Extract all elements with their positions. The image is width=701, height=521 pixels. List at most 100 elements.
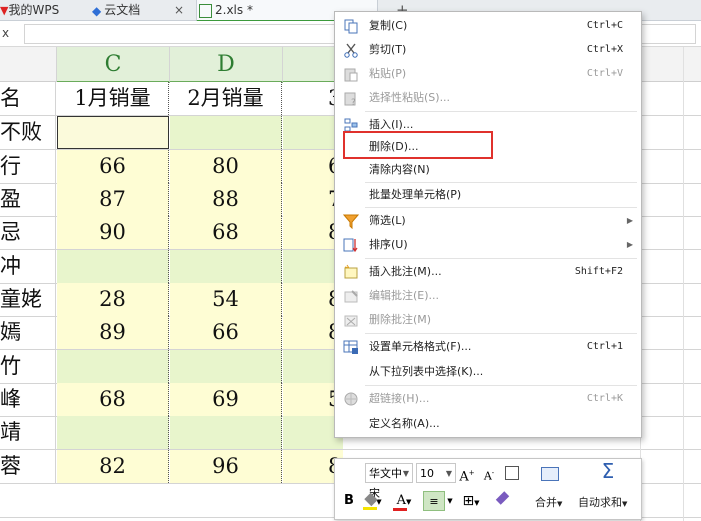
- font-size-select[interactable]: 10 ▼: [416, 463, 456, 483]
- menu-item-sort[interactable]: 排序(U) ▶: [335, 233, 641, 257]
- chevron-down-icon: ▼: [445, 469, 452, 478]
- cell[interactable]: 54: [170, 283, 282, 316]
- menu-separator: [365, 258, 637, 259]
- menu-item-format-cells[interactable]: 设置单元格格式(F)... Ctrl+1: [335, 335, 641, 359]
- borders-button[interactable]: ⊞▼: [457, 491, 485, 511]
- font-color-swatch: [393, 508, 407, 511]
- fill-color-swatch: [363, 507, 377, 510]
- cell[interactable]: 蓉: [0, 450, 56, 483]
- column-header-c[interactable]: C: [57, 47, 170, 83]
- highlight-box: [343, 131, 493, 159]
- cell[interactable]: 2月销量: [170, 82, 282, 115]
- cell[interactable]: 冲: [0, 250, 56, 283]
- context-menu: 复制(C) Ctrl+C 剪切(T) Ctrl+X 粘贴(P) Ctrl+V ?…: [334, 11, 642, 438]
- menu-item-paste[interactable]: 粘贴(P) Ctrl+V: [335, 62, 641, 86]
- cell[interactable]: [57, 350, 169, 383]
- cell[interactable]: 80: [170, 150, 282, 183]
- cell[interactable]: 嫣: [0, 316, 56, 349]
- menu-item-edit-comment[interactable]: 编辑批注(E)...: [335, 284, 641, 308]
- menu-item-define-name[interactable]: 定义名称(A)...: [335, 412, 641, 436]
- cell[interactable]: 行: [0, 150, 56, 183]
- gridline: [683, 47, 684, 521]
- cell[interactable]: 68: [170, 216, 282, 249]
- cell[interactable]: [170, 116, 282, 149]
- tab-cloud-docs[interactable]: ◆ 云文档 ×: [92, 0, 184, 20]
- cell[interactable]: 89: [57, 316, 169, 349]
- align-center-icon: ≡: [429, 495, 439, 508]
- merge-button[interactable]: 合并▼: [535, 494, 562, 510]
- menu-item-insert-comment[interactable]: 插入批注(M)... Shift+F2: [335, 260, 641, 284]
- cell[interactable]: 靖: [0, 416, 56, 449]
- svg-text:?: ?: [351, 98, 356, 106]
- cell[interactable]: 69: [170, 383, 282, 416]
- format-cells-icon: [343, 340, 358, 354]
- cell[interactable]: 28: [57, 283, 169, 316]
- cell[interactable]: 峰: [0, 383, 56, 416]
- chevron-down-icon: ▼: [406, 498, 412, 506]
- cell[interactable]: [57, 250, 169, 283]
- submenu-arrow-icon: ▶: [626, 216, 633, 225]
- cloud-docs-icon: ◆: [92, 3, 102, 18]
- edit-comment-icon: [344, 290, 358, 303]
- fill-color-button[interactable]: ▼: [361, 491, 387, 511]
- insert-comment-icon: [344, 264, 358, 279]
- filter-icon: [343, 214, 359, 229]
- menu-item-batch-process[interactable]: 批量处理单元格(P): [335, 183, 641, 207]
- sort-icon: [343, 238, 358, 253]
- menu-item-filter[interactable]: 筛选(L) ▶: [335, 209, 641, 233]
- format-painter-button[interactable]: [493, 491, 511, 511]
- align-dropdown[interactable]: ▼: [445, 491, 455, 511]
- cell[interactable]: 88: [170, 183, 282, 216]
- tab-my-wps[interactable]: ▼我的WPS: [0, 0, 86, 20]
- cell[interactable]: 童姥: [0, 283, 56, 316]
- chevron-down-icon: ▼: [474, 499, 480, 507]
- bold-button[interactable]: B: [341, 491, 357, 511]
- cell[interactable]: [57, 416, 169, 449]
- tab-label: 2.xls *: [215, 3, 253, 17]
- cell[interactable]: 96: [170, 450, 282, 483]
- hyperlink-icon: [344, 392, 358, 406]
- menu-separator: [365, 207, 637, 208]
- grow-font-button[interactable]: A+: [459, 463, 475, 484]
- wrap-format-button[interactable]: [503, 463, 521, 483]
- cell[interactable]: 87: [57, 183, 169, 216]
- cell[interactable]: [170, 416, 282, 449]
- format-icon: [505, 465, 519, 480]
- menu-item-paste-special[interactable]: ? 选择性粘贴(S)...: [335, 86, 641, 110]
- menu-separator: [365, 385, 637, 386]
- cell[interactable]: 不败: [0, 116, 56, 149]
- column-header-d[interactable]: D: [170, 47, 283, 83]
- font-color-button[interactable]: A▼: [391, 491, 417, 511]
- cell[interactable]: 66: [57, 150, 169, 183]
- align-center-button[interactable]: ≡: [423, 491, 445, 511]
- scissors-icon: [344, 43, 358, 58]
- cell[interactable]: 盈: [0, 183, 56, 216]
- autosum-button[interactable]: 自动求和▼: [578, 494, 627, 510]
- cell[interactable]: 90: [57, 216, 169, 249]
- cell[interactable]: [170, 250, 282, 283]
- paste-special-icon: ?: [344, 92, 356, 106]
- active-cell[interactable]: [57, 116, 169, 149]
- menu-item-cut[interactable]: 剪切(T) Ctrl+X: [335, 38, 641, 62]
- chevron-down-icon: ▼: [557, 500, 563, 508]
- cell[interactable]: 68: [57, 383, 169, 416]
- close-icon[interactable]: ×: [174, 0, 184, 20]
- cell[interactable]: 竹: [0, 350, 56, 383]
- menu-item-delete-comment[interactable]: 删除批注(M): [335, 308, 641, 332]
- shrink-font-button[interactable]: A-: [481, 463, 497, 483]
- font-name-select[interactable]: 华文中宋 ▼: [365, 463, 413, 500]
- menu-item-hyperlink[interactable]: 超链接(H)... Ctrl+K: [335, 387, 641, 411]
- menu-item-copy[interactable]: 复制(C) Ctrl+C: [335, 14, 641, 38]
- cell[interactable]: 66: [170, 316, 282, 349]
- menu-item-pick-from-list[interactable]: 从下拉列表中选择(K)...: [335, 360, 641, 384]
- paste-icon: [344, 68, 358, 82]
- merge-icon: [537, 461, 563, 487]
- column-header-a[interactable]: [0, 47, 57, 81]
- cell[interactable]: 82: [57, 450, 169, 483]
- borders-icon: ⊞: [462, 493, 475, 509]
- cell[interactable]: 名: [0, 82, 56, 115]
- menu-item-clear-contents[interactable]: 清除内容(N): [335, 158, 641, 182]
- cell[interactable]: 1月销量: [57, 82, 169, 115]
- cell[interactable]: [170, 350, 282, 383]
- cell[interactable]: 忌: [0, 216, 56, 249]
